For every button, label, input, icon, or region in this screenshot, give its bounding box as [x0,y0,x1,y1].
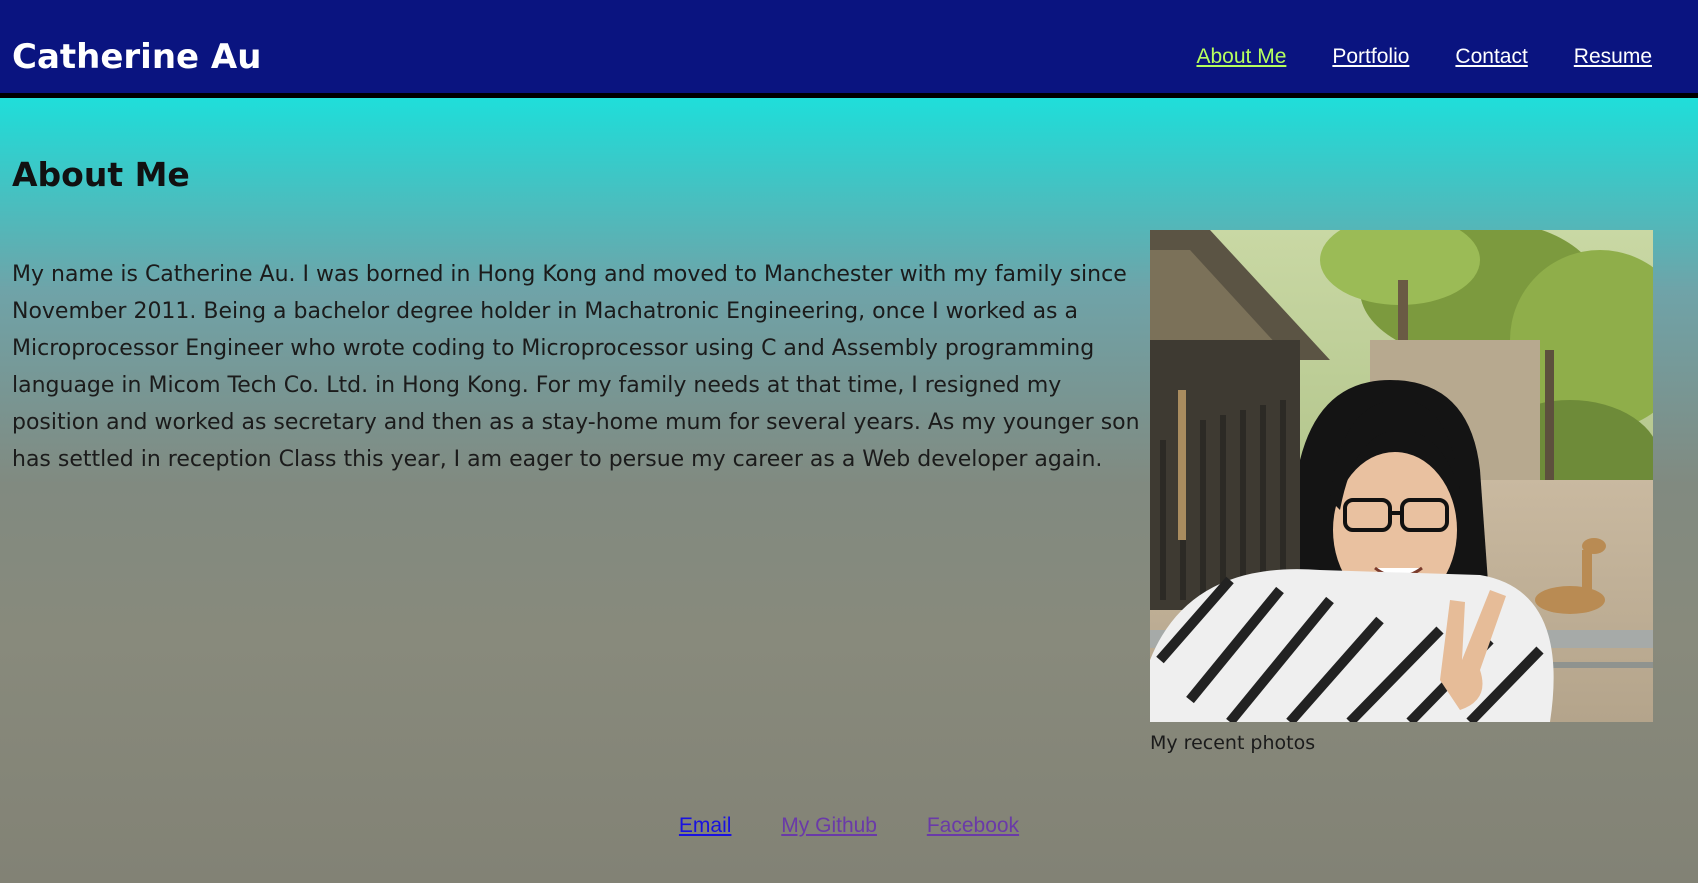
footer-links: Email My Github Facebook [0,814,1698,838]
site-header: Catherine Au About Me Portfolio Contact … [0,0,1698,98]
github-link[interactable]: My Github [781,814,877,837]
profile-photo [1150,230,1653,722]
page-title: About Me [12,155,190,194]
nav-contact-link[interactable]: Contact [1455,46,1527,67]
site-title: Catherine Au [12,37,262,77]
nav-about-me-link[interactable]: About Me [1196,46,1286,67]
nav-resume-link[interactable]: Resume [1574,46,1652,67]
email-link[interactable]: Email [679,814,732,837]
photo-caption: My recent photos [1150,732,1316,754]
bio-paragraph: My name is Catherine Au. I was borned in… [12,262,1140,472]
profile-photo-figure: My recent photos [1150,230,1653,754]
nav-portfolio-link[interactable]: Portfolio [1332,46,1409,67]
main-nav: About Me Portfolio Contact Resume [1196,46,1652,67]
facebook-link[interactable]: Facebook [927,814,1019,837]
